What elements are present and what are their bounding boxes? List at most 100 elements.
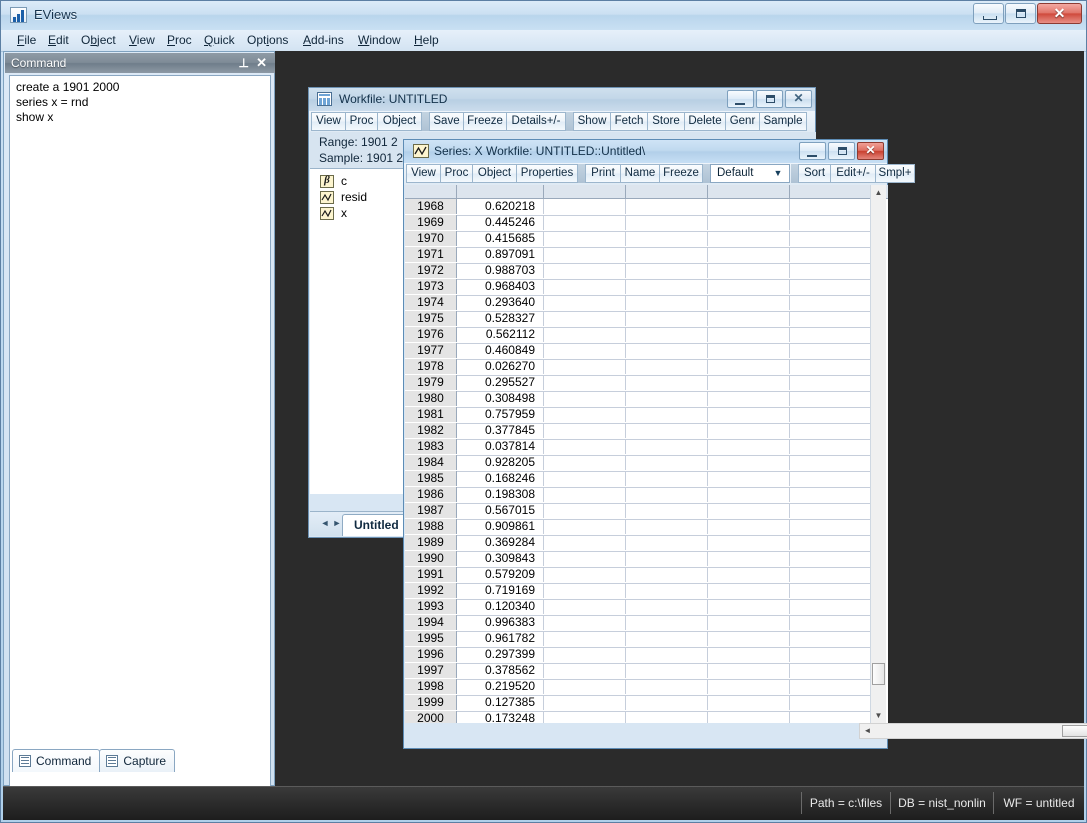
table-row[interactable]: 1995 0.961782: [405, 631, 876, 648]
series-value-cell[interactable]: 0.988703: [457, 263, 541, 278]
empty-cell[interactable]: [543, 263, 626, 278]
workfile-maximize-button[interactable]: [756, 90, 783, 108]
empty-cell[interactable]: [707, 599, 790, 614]
empty-cell[interactable]: [707, 199, 790, 214]
empty-cell[interactable]: [625, 455, 708, 470]
empty-cell[interactable]: [625, 439, 708, 454]
table-row[interactable]: 1977 0.460849: [405, 343, 876, 360]
empty-cell[interactable]: [543, 215, 626, 230]
empty-cell[interactable]: [543, 231, 626, 246]
table-row[interactable]: 1983 0.037814: [405, 439, 876, 456]
empty-cell[interactable]: [543, 599, 626, 614]
empty-cell[interactable]: [625, 311, 708, 326]
empty-cell[interactable]: [707, 695, 790, 710]
empty-cell[interactable]: [789, 407, 876, 422]
empty-cell[interactable]: [543, 407, 626, 422]
table-row[interactable]: 1980 0.308498: [405, 391, 876, 408]
series-value-cell[interactable]: 0.579209: [457, 567, 541, 582]
table-row[interactable]: 1991 0.579209: [405, 567, 876, 584]
wf-button-show[interactable]: Show: [573, 112, 611, 131]
wf-button-save[interactable]: Save: [429, 112, 464, 131]
workfile-minimize-button[interactable]: [727, 90, 754, 108]
chevron-down-icon[interactable]: ▼: [770, 165, 786, 182]
empty-cell[interactable]: [707, 279, 790, 294]
empty-cell[interactable]: [543, 551, 626, 566]
table-row[interactable]: 1992 0.719169: [405, 583, 876, 600]
sw-button-object[interactable]: Object: [472, 164, 517, 183]
tab-command[interactable]: Command: [12, 749, 101, 772]
close-button[interactable]: ✕: [1037, 3, 1082, 24]
empty-cell[interactable]: [543, 343, 626, 358]
empty-cell[interactable]: [707, 663, 790, 678]
series-value-cell[interactable]: 0.928205: [457, 455, 541, 470]
menu-item-addins[interactable]: Add-ins: [303, 33, 344, 47]
empty-cell[interactable]: [625, 487, 708, 502]
empty-cell[interactable]: [625, 695, 708, 710]
empty-cell[interactable]: [707, 439, 790, 454]
empty-cell[interactable]: [625, 615, 708, 630]
table-row[interactable]: 1975 0.528327: [405, 311, 876, 328]
menu-item-options[interactable]: Options: [247, 33, 288, 47]
empty-cell[interactable]: [625, 567, 708, 582]
empty-cell[interactable]: [707, 247, 790, 262]
empty-cell[interactable]: [543, 247, 626, 262]
wf-button-view[interactable]: View: [311, 112, 346, 131]
table-row[interactable]: 1997 0.378562: [405, 663, 876, 680]
empty-cell[interactable]: [543, 663, 626, 678]
sw-button-print[interactable]: Print: [585, 164, 621, 183]
wf-button-genr[interactable]: Genr: [725, 112, 760, 131]
empty-cell[interactable]: [543, 567, 626, 582]
table-row[interactable]: 1993 0.120340: [405, 599, 876, 616]
empty-cell[interactable]: [707, 311, 790, 326]
empty-cell[interactable]: [707, 263, 790, 278]
empty-cell[interactable]: [625, 711, 708, 723]
series-value-cell[interactable]: 0.127385: [457, 695, 541, 710]
empty-cell[interactable]: [789, 471, 876, 486]
menu-item-quick[interactable]: Quick: [204, 33, 235, 47]
table-row[interactable]: 1986 0.198308: [405, 487, 876, 504]
empty-cell[interactable]: [707, 679, 790, 694]
empty-cell[interactable]: [789, 519, 876, 534]
series-value-cell[interactable]: 0.445246: [457, 215, 541, 230]
empty-cell[interactable]: [625, 647, 708, 662]
empty-cell[interactable]: [625, 551, 708, 566]
table-row[interactable]: 1987 0.567015: [405, 503, 876, 520]
menu-item-view[interactable]: View: [129, 33, 155, 47]
empty-cell[interactable]: [789, 535, 876, 550]
empty-cell[interactable]: [707, 327, 790, 342]
sw-button-proc[interactable]: Proc: [440, 164, 473, 183]
scroll-down-icon[interactable]: ▼: [871, 708, 886, 723]
empty-cell[interactable]: [789, 215, 876, 230]
empty-cell[interactable]: [543, 439, 626, 454]
empty-cell[interactable]: [543, 375, 626, 390]
empty-cell[interactable]: [543, 455, 626, 470]
empty-cell[interactable]: [789, 423, 876, 438]
empty-cell[interactable]: [707, 359, 790, 374]
menu-item-object[interactable]: Object: [81, 33, 116, 47]
table-row[interactable]: 1982 0.377845: [405, 423, 876, 440]
empty-cell[interactable]: [707, 343, 790, 358]
pin-icon[interactable]: ⊥: [239, 56, 249, 70]
table-row[interactable]: 1968 0.620218: [405, 199, 876, 216]
series-value-cell[interactable]: 0.297399: [457, 647, 541, 662]
series-value-cell[interactable]: 0.026270: [457, 359, 541, 374]
empty-cell[interactable]: [707, 487, 790, 502]
empty-cell[interactable]: [707, 711, 790, 723]
empty-cell[interactable]: [789, 679, 876, 694]
series-value-cell[interactable]: 0.757959: [457, 407, 541, 422]
series-value-cell[interactable]: 0.173248: [457, 711, 541, 723]
empty-cell[interactable]: [625, 375, 708, 390]
empty-cell[interactable]: [625, 535, 708, 550]
sw-button-sort[interactable]: Sort: [798, 164, 831, 183]
empty-cell[interactable]: [625, 519, 708, 534]
empty-cell[interactable]: [707, 215, 790, 230]
empty-cell[interactable]: [543, 647, 626, 662]
sw-button-freeze[interactable]: Freeze: [659, 164, 703, 183]
list-item[interactable]: resid: [320, 189, 367, 205]
empty-cell[interactable]: [625, 263, 708, 278]
empty-cell[interactable]: [789, 647, 876, 662]
series-value-cell[interactable]: 0.309843: [457, 551, 541, 566]
table-row[interactable]: 1990 0.309843: [405, 551, 876, 568]
empty-cell[interactable]: [543, 519, 626, 534]
series-value-cell[interactable]: 0.219520: [457, 679, 541, 694]
